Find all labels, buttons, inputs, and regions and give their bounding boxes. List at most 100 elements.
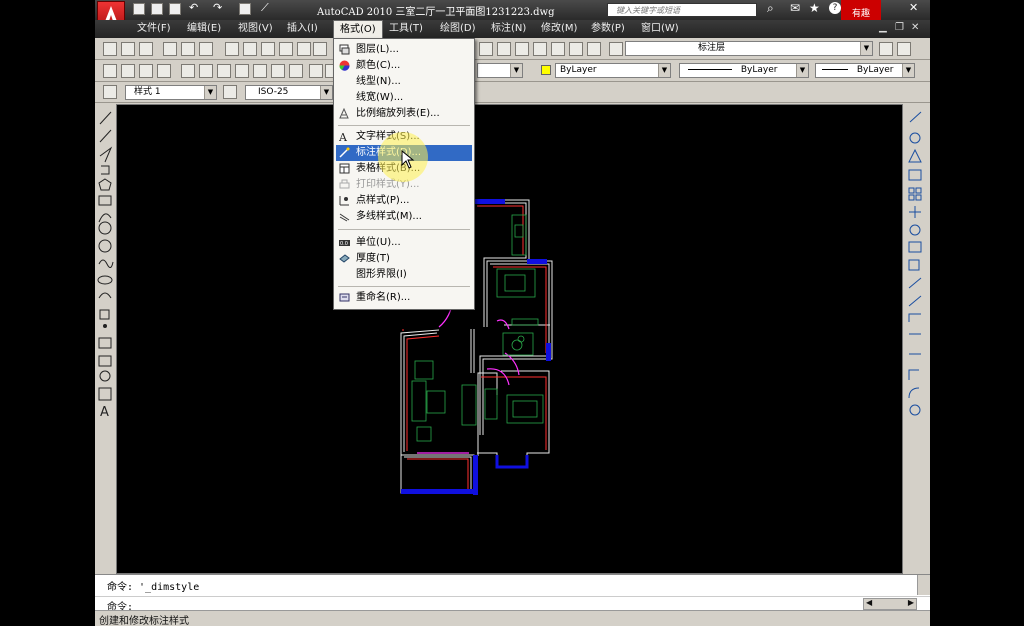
paste-icon[interactable] bbox=[261, 42, 275, 56]
menu-item-scale-list[interactable]: 比例缩放列表(E)... bbox=[336, 106, 472, 122]
angular-dim-icon[interactable] bbox=[235, 64, 249, 78]
save-file-icon[interactable] bbox=[139, 42, 153, 56]
scroll-right-icon[interactable]: ▶ bbox=[908, 598, 914, 607]
block-editor-icon[interactable] bbox=[297, 42, 311, 56]
jogged-dim-icon[interactable] bbox=[199, 64, 213, 78]
linetype-combo[interactable]: ByLayer ▼ bbox=[679, 63, 809, 78]
chevron-down-icon[interactable]: ▼ bbox=[658, 64, 670, 77]
menu-item-units[interactable]: 0.0 单位(U)... bbox=[336, 235, 472, 251]
arc-length-dim-icon[interactable] bbox=[139, 64, 153, 78]
menu-item-layer[interactable]: 图层(L)... bbox=[336, 42, 472, 58]
menu-dimension[interactable]: 标注(N) bbox=[491, 22, 526, 36]
print-icon[interactable] bbox=[163, 42, 177, 56]
text-style-icon: A bbox=[339, 131, 348, 142]
text-style-value: 样式 1 bbox=[134, 87, 161, 97]
menu-format[interactable]: 格式(O) bbox=[333, 20, 383, 38]
dim-style-tool-icon[interactable] bbox=[223, 85, 237, 99]
menu-draw[interactable]: 绘图(D) bbox=[440, 22, 476, 36]
aligned-dim-icon[interactable] bbox=[121, 64, 135, 78]
undo-tool-icon[interactable] bbox=[313, 42, 327, 56]
close-doc-icon[interactable]: ✕ bbox=[911, 22, 919, 33]
linear-dim-icon[interactable] bbox=[103, 64, 117, 78]
match-properties-icon[interactable]: ⟋ bbox=[261, 1, 269, 15]
menu-item-color[interactable]: 颜色(C)... bbox=[336, 58, 472, 74]
menu-modify[interactable]: 修改(M) bbox=[541, 22, 577, 36]
help-icon[interactable]: ? bbox=[829, 2, 841, 14]
menu-edit[interactable]: 编辑(E) bbox=[187, 22, 221, 36]
menu-item-drawing-limits[interactable]: 图形界限(I) bbox=[336, 267, 472, 283]
redo-icon[interactable]: ↷ bbox=[213, 1, 222, 14]
search-input[interactable] bbox=[616, 4, 754, 16]
make-current-layer-icon[interactable] bbox=[879, 42, 893, 56]
menu-item-thickness[interactable]: 厚度(T) bbox=[336, 251, 472, 267]
text-style-combo[interactable]: 样式 1 ▼ bbox=[125, 85, 217, 100]
favorites-star-icon[interactable]: ★ bbox=[809, 1, 820, 15]
drawing-canvas[interactable] bbox=[116, 104, 903, 574]
search-box[interactable] bbox=[607, 3, 757, 17]
pan-icon[interactable] bbox=[479, 42, 493, 56]
horizontal-scrollbar[interactable]: ◀ ▶ bbox=[863, 598, 917, 610]
plot-icon[interactable] bbox=[239, 3, 251, 15]
cut-icon[interactable] bbox=[225, 42, 239, 56]
layer-combo[interactable]: 标注层 ▼ bbox=[625, 41, 873, 56]
menu-insert[interactable]: 插入(I) bbox=[287, 22, 318, 36]
zoom-previous-icon[interactable] bbox=[533, 42, 547, 56]
help-tool-icon[interactable] bbox=[587, 42, 601, 56]
lineweight-combo[interactable]: ByLayer ▼ bbox=[815, 63, 915, 78]
radius-dim-icon[interactable] bbox=[181, 64, 195, 78]
match-prop-icon[interactable] bbox=[279, 42, 293, 56]
open-icon[interactable] bbox=[151, 3, 163, 15]
multiline-style-icon bbox=[339, 213, 350, 222]
chevron-down-icon[interactable]: ▼ bbox=[320, 86, 332, 99]
baseline-dim-icon[interactable] bbox=[271, 64, 285, 78]
menu-item-point-style[interactable]: 点样式(P)... bbox=[336, 193, 472, 209]
chevron-down-icon[interactable]: ▼ bbox=[902, 64, 914, 77]
chevron-down-icon[interactable]: ▼ bbox=[204, 86, 216, 99]
undo-icon[interactable]: ↶ bbox=[189, 1, 198, 14]
communication-center-icon[interactable]: ✉ bbox=[790, 1, 800, 15]
menu-item-lineweight[interactable]: 线宽(W)... bbox=[336, 90, 472, 106]
close-window-icon[interactable]: ✕ bbox=[909, 1, 918, 14]
menu-item-linetype[interactable]: 线型(N)... bbox=[336, 74, 472, 90]
command-window[interactable]: 命令: '_dimstyle 命令: ◀ ▶ bbox=[95, 574, 930, 613]
chevron-down-icon[interactable]: ▼ bbox=[510, 64, 522, 77]
ordinate-dim-icon[interactable] bbox=[157, 64, 171, 78]
restore-doc-icon[interactable]: ❐ bbox=[895, 22, 904, 33]
dim-style-combo-short[interactable]: ▼ bbox=[477, 63, 523, 78]
open-file-icon[interactable] bbox=[121, 42, 135, 56]
units-icon: 0.0 bbox=[339, 240, 350, 247]
menu-parametric[interactable]: 参数(P) bbox=[591, 22, 625, 36]
minimize-doc-icon[interactable]: ▁ bbox=[879, 22, 887, 33]
layer-state-icon[interactable] bbox=[609, 42, 623, 56]
command-scrollbar[interactable] bbox=[917, 575, 930, 595]
chevron-down-icon[interactable]: ▼ bbox=[860, 42, 872, 55]
scroll-left-icon[interactable]: ◀ bbox=[866, 598, 872, 607]
search-binoculars-icon[interactable]: ⌕ bbox=[767, 1, 774, 16]
diameter-dim-icon[interactable] bbox=[217, 64, 231, 78]
continue-dim-icon[interactable] bbox=[289, 64, 303, 78]
new-file-icon[interactable] bbox=[103, 42, 117, 56]
menu-window[interactable]: 窗口(W) bbox=[641, 22, 679, 36]
properties-icon[interactable] bbox=[551, 42, 565, 56]
menu-item-rename[interactable]: 重命名(R)... bbox=[336, 290, 472, 306]
zoom-window-icon[interactable] bbox=[515, 42, 529, 56]
dim-style-combo[interactable]: ISO-25 ▼ bbox=[245, 85, 333, 100]
tolerance-icon[interactable] bbox=[309, 64, 323, 78]
print-preview-icon[interactable] bbox=[181, 42, 195, 56]
layer-previous-icon[interactable] bbox=[897, 42, 911, 56]
color-combo[interactable]: ByLayer ▼ bbox=[555, 63, 671, 78]
copy-icon[interactable] bbox=[243, 42, 257, 56]
chevron-down-icon[interactable]: ▼ bbox=[796, 64, 808, 77]
menu-tools[interactable]: 工具(T) bbox=[389, 22, 423, 36]
menu-separator bbox=[338, 229, 470, 230]
text-style-tool-icon[interactable] bbox=[103, 85, 117, 99]
new-icon[interactable] bbox=[133, 3, 145, 15]
menu-view[interactable]: 视图(V) bbox=[238, 22, 273, 36]
save-icon[interactable] bbox=[169, 3, 181, 15]
zoom-realtime-icon[interactable] bbox=[497, 42, 511, 56]
publish-icon[interactable] bbox=[199, 42, 213, 56]
design-center-icon[interactable] bbox=[569, 42, 583, 56]
quick-dim-icon[interactable] bbox=[253, 64, 267, 78]
menu-item-multiline-style[interactable]: 多线样式(M)... bbox=[336, 209, 472, 225]
menu-file[interactable]: 文件(F) bbox=[137, 22, 171, 36]
